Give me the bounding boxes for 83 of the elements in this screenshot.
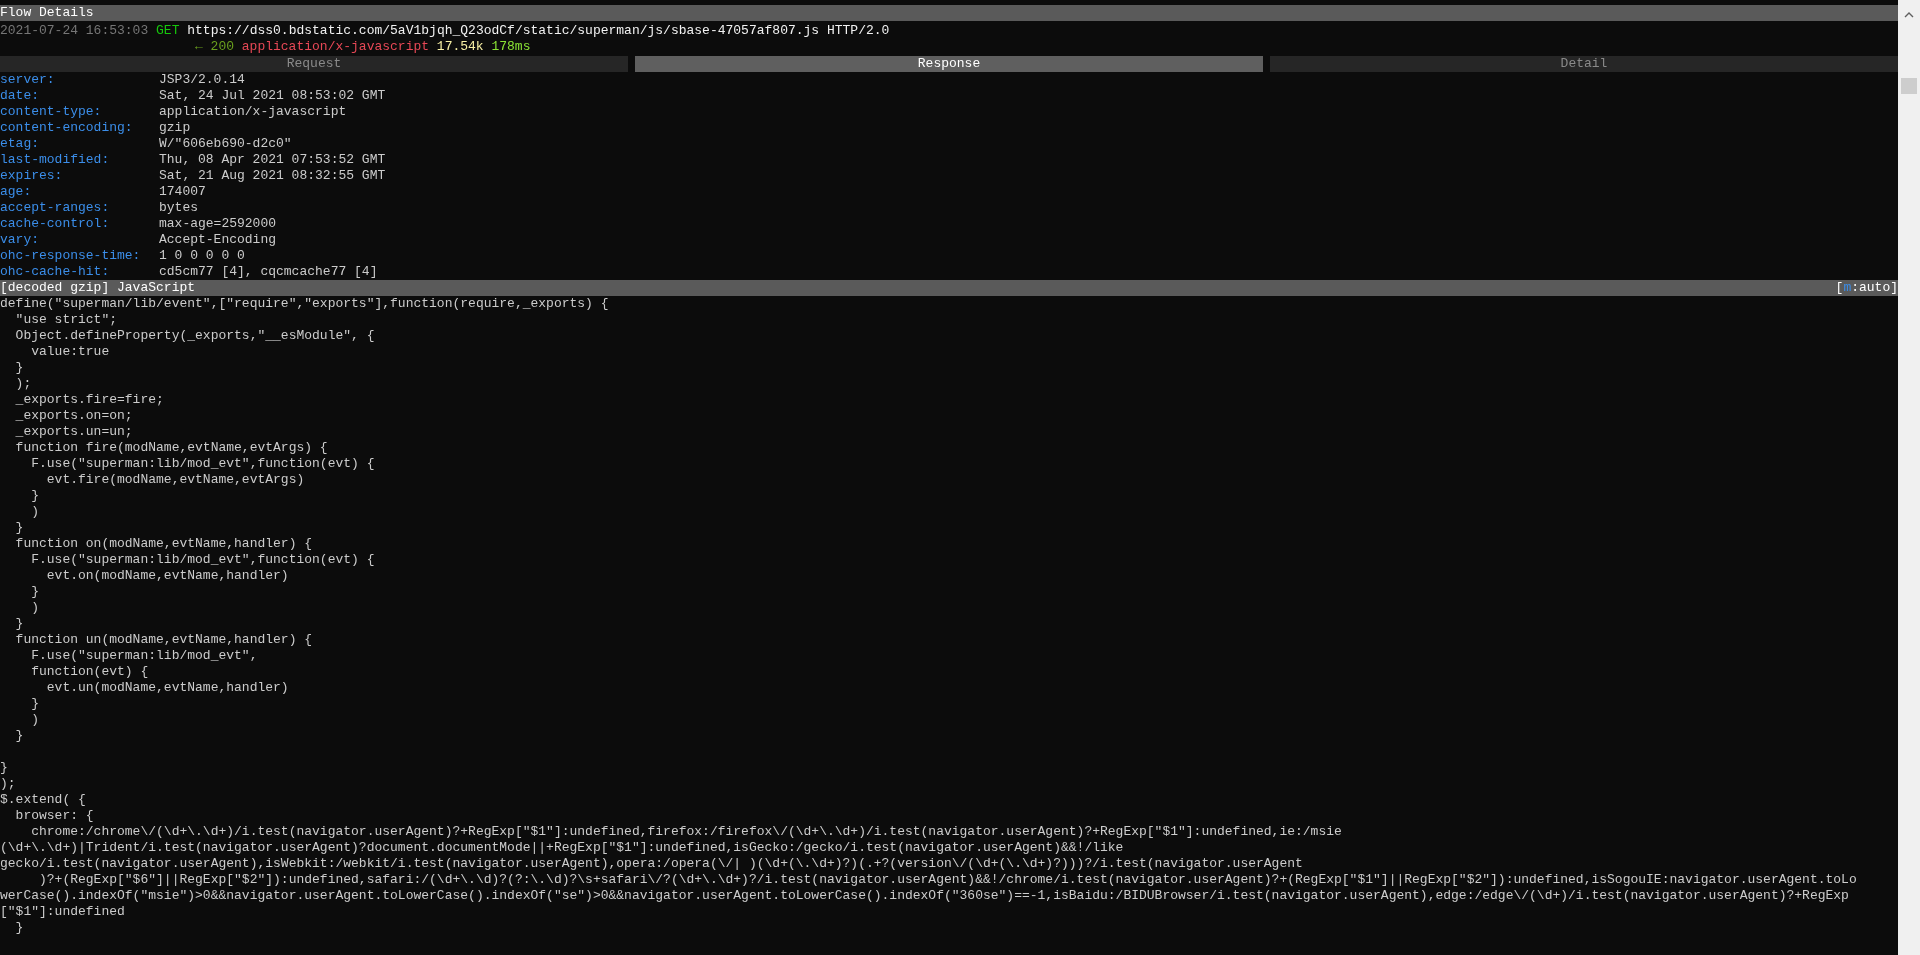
code-line: ) [30,712,40,728]
code-line: ); [14,376,33,392]
code-line: F.use("superman:lib/mod_evt", [30,648,259,664]
code-line: "use strict"; [14,312,119,328]
code-line: } [30,488,40,504]
header-name: accept-ranges: [0,200,111,216]
timestamp: 2021-07-24 16:53:03 [0,23,149,39]
code-line: chrome:/chrome\/(\d+\.\d+)/i.test(navigator.userAgent)?+RegExp["$1"]:undefined,firefox:/firefox\/(\d+\.\d+)/i.test(navigator.userAgent)?+RegExp["$1"]:undefined,ie:/msie [30,824,1343,840]
header-value: Accept-Encoding [159,232,277,248]
code-line: ["$1"]:undefined [0,904,126,920]
code-line: } [30,584,40,600]
request-url: https://dss0.bdstatic.com/5aV1bjqh_Q23odCf/static/superman/js/sbase-47057af807.js [187,23,820,39]
code-line: gecko/i.test(navigator.userAgent),isWebkit:/webkit/i.test(navigator.userAgent),opera:/opera(\/| )(\d+(\.\d+)?)(.+?(version\/(\d+(\.\d+)?)))?/i.test(navigator.userAgent [0,856,1304,872]
scrollbar[interactable] [1898,0,1920,955]
code-line: F.use("superman:lib/mod_evt",function(evt) { [30,552,376,568]
code-line: define("superman/lib/event",["require","exports"],function(require,_exports) { [0,296,610,312]
tab[interactable]: Request [0,56,628,72]
scroll-up-icon[interactable] [1904,12,1914,18]
code-line: } [14,520,25,536]
code-line: $.extend( { [0,792,87,808]
response-duration: 178ms [491,39,531,55]
code-line: )?+(RegExp["$6"]||RegExp["$2"]):undefined,safari:/(\d+\.\d)?(?:\.\d)?\s+safari\/?(\d+\.\d+)?/i.test(navigator.userAgent)&&!/chrome/i.test(navigator.userAgent)?+(RegExp["$1"]||RegExp["$2"]):undefined,isSogouIE:navigator.userAgent.toLo [38,872,1858,888]
http-method: GET [156,23,180,39]
code-line: function un(modName,evtName,handler) { [14,632,314,648]
code-line: function on(modName,evtName,handler) { [14,536,314,552]
code-line: _exports.on=on; [14,408,134,424]
header-value: bytes [159,200,198,216]
code-line: (\d+\.\d+)|Trident/i.test(navigator.userAgent)?document.documentMode||+RegExp["$1"]:undefined,isGecko:/gecko/i.test(navigator.userAgent)&&!/like [0,840,1125,856]
header-value: Thu, 08 Apr 2021 07:53:52 GMT [159,152,386,168]
code-line: ) [30,504,40,520]
header-name: vary: [0,232,40,248]
header-value: cd5cm77 [4], cqcmcache77 [4] [159,264,378,280]
http-version: HTTP/2.0 [826,23,890,39]
content-view-label: [decoded gzip] JavaScript [0,280,196,296]
header-name: last-modified: [0,152,111,168]
code-line: werCase().indexOf("msie")>0&&navigator.userAgent.toLowerCase().indexOf("se")>0&&navigator.userAgent.toLowerCase().indexOf("360se")==-1,isBaidu:/BIDUBrowser/i.test(navigator.userAgent),edge:/edge\/(\d+)/i.test(navigator.userAgent)?+RegExp [0,888,1850,904]
window-title: Flow Details [0,5,1898,21]
code-line: } [14,728,25,744]
header-name: ohc-response-time: [0,248,142,264]
response-arrow: ← [195,39,203,55]
header-name: content-type: [0,104,103,120]
code-line: function fire(modName,evtName,evtArgs) { [14,440,329,456]
code-line: } [14,616,25,632]
header-value: Sat, 21 Aug 2021 08:32:55 GMT [159,168,386,184]
code-line: } [30,696,40,712]
response-size: 17.54k [436,39,484,55]
code-line: Object.defineProperty(_exports,"__esModule", { [14,328,376,344]
header-value: gzip [159,120,191,136]
code-line: ); [0,776,17,792]
code-line: evt.fire(modName,evtName,evtArgs) [45,472,306,488]
header-value: 1 0 0 0 0 0 [159,248,245,264]
tab[interactable]: Detail [1270,56,1898,72]
header-name: expires: [0,168,64,184]
header-name: date: [0,88,40,104]
header-name: age: [0,184,33,200]
code-line: _exports.un=un; [14,424,134,440]
header-name: cache-control: [0,216,111,232]
code-line: } [0,760,9,776]
content-type: application/x-javascript [241,39,430,55]
code-line: } [14,920,25,936]
header-value: Sat, 24 Jul 2021 08:53:02 GMT [159,88,386,104]
header-value: application/x-javascript [159,104,347,120]
code-line: evt.on(modName,evtName,handler) [45,568,290,584]
header-name: server: [0,72,56,88]
header-value: JSP3/2.0.14 [159,72,245,88]
header-value: W/"606eb690-d2c0" [159,136,292,152]
code-line: function(evt) { [30,664,150,680]
code-line: evt.un(modName,evtName,handler) [45,680,290,696]
header-value: max-age=2592000 [159,216,277,232]
header-name: ohc-cache-hit: [0,264,111,280]
code-line: value:true [30,344,111,360]
code-line: _exports.fire=fire; [14,392,165,408]
tab[interactable]: Response [635,56,1263,72]
code-line: F.use("superman:lib/mod_evt",function(evt) { [30,456,376,472]
header-value: 174007 [159,184,206,200]
header-name: etag: [0,136,40,152]
code-line: } [14,360,25,376]
header-name: content-encoding: [0,120,134,136]
scrollbar-thumb[interactable] [1901,78,1917,94]
view-mode-hint: [m:auto] [1835,280,1898,296]
code-line: ) [30,600,40,616]
status-code: 200 [210,39,234,55]
code-line: browser: { [14,808,95,824]
